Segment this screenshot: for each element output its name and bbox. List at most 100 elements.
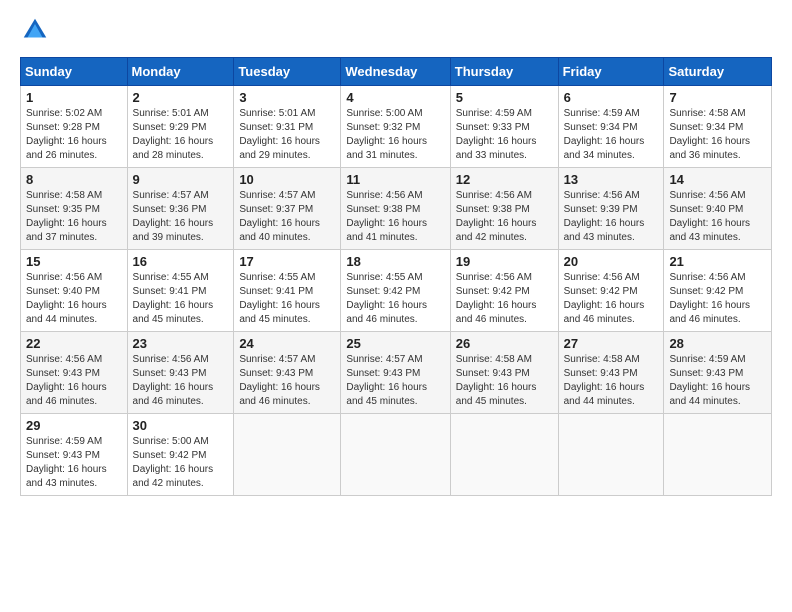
week-row-1: 1 Sunrise: 5:02 AMSunset: 9:28 PMDayligh… [21, 86, 772, 168]
day-detail: Sunrise: 4:58 AMSunset: 9:43 PMDaylight:… [564, 354, 645, 407]
day-detail: Sunrise: 4:56 AMSunset: 9:40 PMDaylight:… [26, 272, 107, 325]
calendar-cell [450, 414, 558, 496]
day-detail: Sunrise: 4:59 AMSunset: 9:43 PMDaylight:… [669, 354, 750, 407]
calendar-cell: 7 Sunrise: 4:58 AMSunset: 9:34 PMDayligh… [664, 86, 772, 168]
day-detail: Sunrise: 4:56 AMSunset: 9:38 PMDaylight:… [456, 190, 537, 243]
day-header-thursday: Thursday [450, 58, 558, 86]
calendar-cell: 5 Sunrise: 4:59 AMSunset: 9:33 PMDayligh… [450, 86, 558, 168]
calendar-cell: 28 Sunrise: 4:59 AMSunset: 9:43 PMDaylig… [664, 332, 772, 414]
calendar-cell: 20 Sunrise: 4:56 AMSunset: 9:42 PMDaylig… [558, 250, 664, 332]
day-number: 28 [669, 336, 766, 351]
day-detail: Sunrise: 4:59 AMSunset: 9:33 PMDaylight:… [456, 108, 537, 161]
day-detail: Sunrise: 5:01 AMSunset: 9:31 PMDaylight:… [239, 108, 320, 161]
day-detail: Sunrise: 4:59 AMSunset: 9:34 PMDaylight:… [564, 108, 645, 161]
day-number: 18 [346, 254, 444, 269]
logo-icon [20, 15, 50, 45]
day-detail: Sunrise: 4:56 AMSunset: 9:38 PMDaylight:… [346, 190, 427, 243]
day-detail: Sunrise: 5:00 AMSunset: 9:42 PMDaylight:… [133, 436, 214, 489]
day-detail: Sunrise: 4:56 AMSunset: 9:42 PMDaylight:… [456, 272, 537, 325]
day-number: 25 [346, 336, 444, 351]
day-header-sunday: Sunday [21, 58, 128, 86]
calendar-cell: 22 Sunrise: 4:56 AMSunset: 9:43 PMDaylig… [21, 332, 128, 414]
calendar-cell: 16 Sunrise: 4:55 AMSunset: 9:41 PMDaylig… [127, 250, 234, 332]
logo [20, 15, 54, 45]
calendar-cell: 23 Sunrise: 4:56 AMSunset: 9:43 PMDaylig… [127, 332, 234, 414]
calendar-cell: 27 Sunrise: 4:58 AMSunset: 9:43 PMDaylig… [558, 332, 664, 414]
day-number: 19 [456, 254, 553, 269]
day-number: 17 [239, 254, 335, 269]
day-detail: Sunrise: 4:58 AMSunset: 9:34 PMDaylight:… [669, 108, 750, 161]
day-number: 6 [564, 90, 659, 105]
day-number: 20 [564, 254, 659, 269]
day-number: 10 [239, 172, 335, 187]
day-detail: Sunrise: 4:56 AMSunset: 9:42 PMDaylight:… [564, 272, 645, 325]
week-row-3: 15 Sunrise: 4:56 AMSunset: 9:40 PMDaylig… [21, 250, 772, 332]
day-number: 3 [239, 90, 335, 105]
calendar-cell: 8 Sunrise: 4:58 AMSunset: 9:35 PMDayligh… [21, 168, 128, 250]
page: SundayMondayTuesdayWednesdayThursdayFrid… [0, 0, 792, 612]
day-detail: Sunrise: 5:02 AMSunset: 9:28 PMDaylight:… [26, 108, 107, 161]
day-detail: Sunrise: 4:56 AMSunset: 9:39 PMDaylight:… [564, 190, 645, 243]
day-number: 9 [133, 172, 229, 187]
calendar-cell [341, 414, 450, 496]
calendar-cell: 24 Sunrise: 4:57 AMSunset: 9:43 PMDaylig… [234, 332, 341, 414]
calendar-cell: 13 Sunrise: 4:56 AMSunset: 9:39 PMDaylig… [558, 168, 664, 250]
calendar-cell: 6 Sunrise: 4:59 AMSunset: 9:34 PMDayligh… [558, 86, 664, 168]
calendar-cell: 2 Sunrise: 5:01 AMSunset: 9:29 PMDayligh… [127, 86, 234, 168]
calendar-cell: 9 Sunrise: 4:57 AMSunset: 9:36 PMDayligh… [127, 168, 234, 250]
day-number: 30 [133, 418, 229, 433]
day-number: 4 [346, 90, 444, 105]
week-row-4: 22 Sunrise: 4:56 AMSunset: 9:43 PMDaylig… [21, 332, 772, 414]
day-number: 23 [133, 336, 229, 351]
day-detail: Sunrise: 4:57 AMSunset: 9:43 PMDaylight:… [239, 354, 320, 407]
day-number: 26 [456, 336, 553, 351]
day-number: 1 [26, 90, 122, 105]
calendar-cell: 11 Sunrise: 4:56 AMSunset: 9:38 PMDaylig… [341, 168, 450, 250]
day-detail: Sunrise: 4:55 AMSunset: 9:42 PMDaylight:… [346, 272, 427, 325]
week-row-2: 8 Sunrise: 4:58 AMSunset: 9:35 PMDayligh… [21, 168, 772, 250]
day-detail: Sunrise: 4:56 AMSunset: 9:43 PMDaylight:… [26, 354, 107, 407]
calendar-cell: 17 Sunrise: 4:55 AMSunset: 9:41 PMDaylig… [234, 250, 341, 332]
calendar-cell: 26 Sunrise: 4:58 AMSunset: 9:43 PMDaylig… [450, 332, 558, 414]
calendar-cell: 30 Sunrise: 5:00 AMSunset: 9:42 PMDaylig… [127, 414, 234, 496]
header-row: SundayMondayTuesdayWednesdayThursdayFrid… [21, 58, 772, 86]
day-number: 29 [26, 418, 122, 433]
day-detail: Sunrise: 4:55 AMSunset: 9:41 PMDaylight:… [239, 272, 320, 325]
calendar-cell: 29 Sunrise: 4:59 AMSunset: 9:43 PMDaylig… [21, 414, 128, 496]
calendar: SundayMondayTuesdayWednesdayThursdayFrid… [20, 57, 772, 496]
day-detail: Sunrise: 5:00 AMSunset: 9:32 PMDaylight:… [346, 108, 427, 161]
day-detail: Sunrise: 4:56 AMSunset: 9:42 PMDaylight:… [669, 272, 750, 325]
header [20, 15, 772, 45]
day-number: 7 [669, 90, 766, 105]
day-header-friday: Friday [558, 58, 664, 86]
day-detail: Sunrise: 4:57 AMSunset: 9:36 PMDaylight:… [133, 190, 214, 243]
week-row-5: 29 Sunrise: 4:59 AMSunset: 9:43 PMDaylig… [21, 414, 772, 496]
day-detail: Sunrise: 4:57 AMSunset: 9:37 PMDaylight:… [239, 190, 320, 243]
day-detail: Sunrise: 4:57 AMSunset: 9:43 PMDaylight:… [346, 354, 427, 407]
day-number: 11 [346, 172, 444, 187]
day-header-monday: Monday [127, 58, 234, 86]
calendar-cell: 15 Sunrise: 4:56 AMSunset: 9:40 PMDaylig… [21, 250, 128, 332]
day-number: 27 [564, 336, 659, 351]
calendar-cell: 19 Sunrise: 4:56 AMSunset: 9:42 PMDaylig… [450, 250, 558, 332]
calendar-cell: 25 Sunrise: 4:57 AMSunset: 9:43 PMDaylig… [341, 332, 450, 414]
day-number: 24 [239, 336, 335, 351]
calendar-cell: 4 Sunrise: 5:00 AMSunset: 9:32 PMDayligh… [341, 86, 450, 168]
calendar-cell: 10 Sunrise: 4:57 AMSunset: 9:37 PMDaylig… [234, 168, 341, 250]
calendar-cell [664, 414, 772, 496]
calendar-cell: 14 Sunrise: 4:56 AMSunset: 9:40 PMDaylig… [664, 168, 772, 250]
day-header-wednesday: Wednesday [341, 58, 450, 86]
day-number: 5 [456, 90, 553, 105]
day-detail: Sunrise: 4:58 AMSunset: 9:43 PMDaylight:… [456, 354, 537, 407]
day-number: 16 [133, 254, 229, 269]
day-number: 12 [456, 172, 553, 187]
day-detail: Sunrise: 4:56 AMSunset: 9:40 PMDaylight:… [669, 190, 750, 243]
calendar-cell: 1 Sunrise: 5:02 AMSunset: 9:28 PMDayligh… [21, 86, 128, 168]
day-number: 2 [133, 90, 229, 105]
calendar-cell: 21 Sunrise: 4:56 AMSunset: 9:42 PMDaylig… [664, 250, 772, 332]
day-detail: Sunrise: 5:01 AMSunset: 9:29 PMDaylight:… [133, 108, 214, 161]
day-number: 8 [26, 172, 122, 187]
calendar-cell: 18 Sunrise: 4:55 AMSunset: 9:42 PMDaylig… [341, 250, 450, 332]
day-number: 21 [669, 254, 766, 269]
day-number: 13 [564, 172, 659, 187]
